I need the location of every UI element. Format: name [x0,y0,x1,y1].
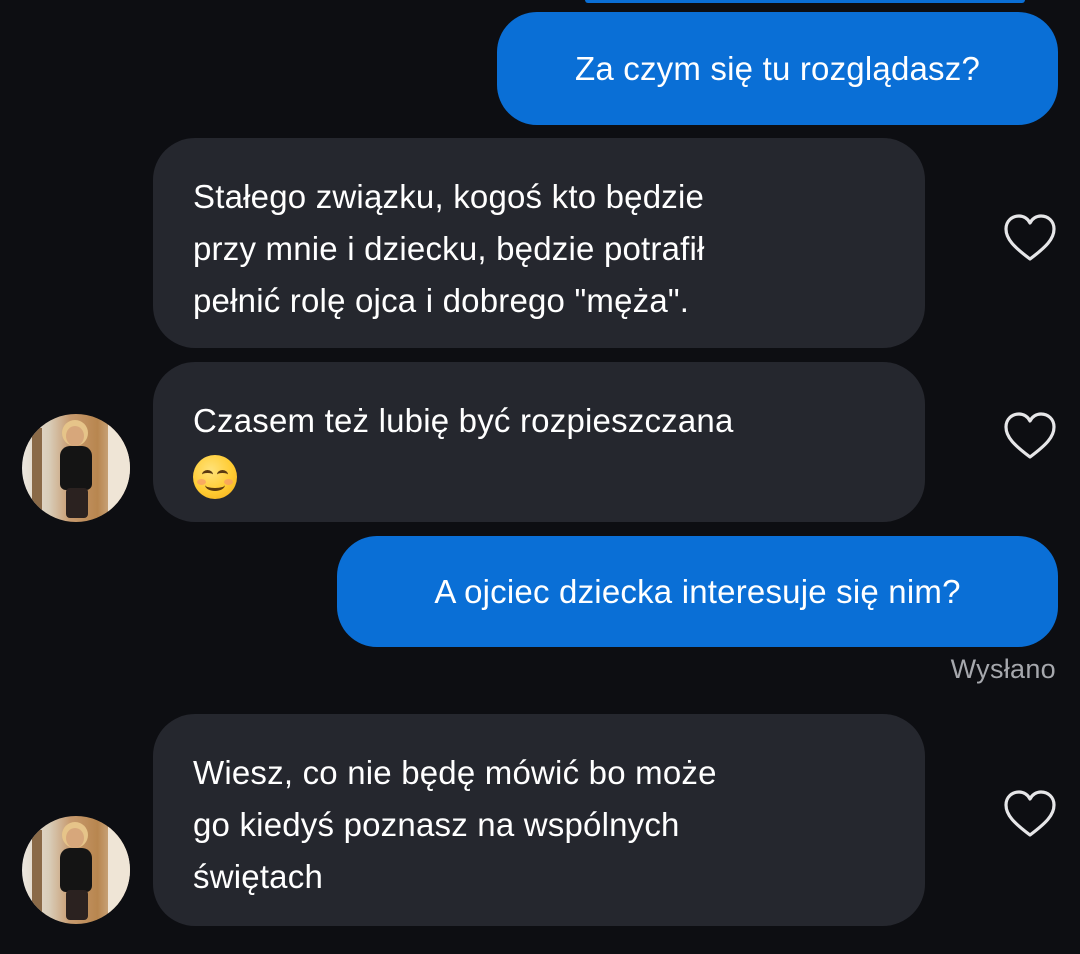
message-text-line: świętach [193,858,323,895]
message-text-line: przy mnie i dziecku, będzie potrafił [193,230,705,267]
avatar[interactable] [22,816,130,924]
previous-message-edge [585,0,1025,3]
avatar[interactable] [22,414,130,522]
incoming-message[interactable]: Wiesz, co nie będę mówić bo może go kied… [153,714,925,926]
message-text: Za czym się tu rozglądasz? [574,49,981,87]
message-text: A ojciec dziecka interesuje się nim? [434,572,961,610]
heart-outline-icon[interactable] [1002,788,1058,840]
outgoing-message[interactable]: Za czym się tu rozglądasz? [497,12,1058,125]
heart-outline-icon[interactable] [1002,212,1058,264]
outgoing-message[interactable]: A ojciec dziecka interesuje się nim? [337,536,1058,647]
message-status: Wysłano [950,654,1056,684]
message-text-line: Wiesz, co nie będę mówić bo może [193,754,717,791]
heart-outline-icon[interactable] [1002,410,1058,462]
incoming-message[interactable]: Stałego związku, kogoś kto będzie przy m… [153,138,925,348]
message-text-line: go kiedyś poznasz na wspólnych [193,806,680,843]
smiling-face-icon [193,455,237,500]
incoming-message[interactable]: Czasem też lubię być rozpieszczana [153,362,925,522]
message-text-line: Stałego związku, kogoś kto będzie [193,178,705,215]
message-text-line: pełnić rolę ojca i dobrego "męża". [193,282,690,319]
message-text-line: Czasem też lubię być rozpieszczana [193,402,734,439]
